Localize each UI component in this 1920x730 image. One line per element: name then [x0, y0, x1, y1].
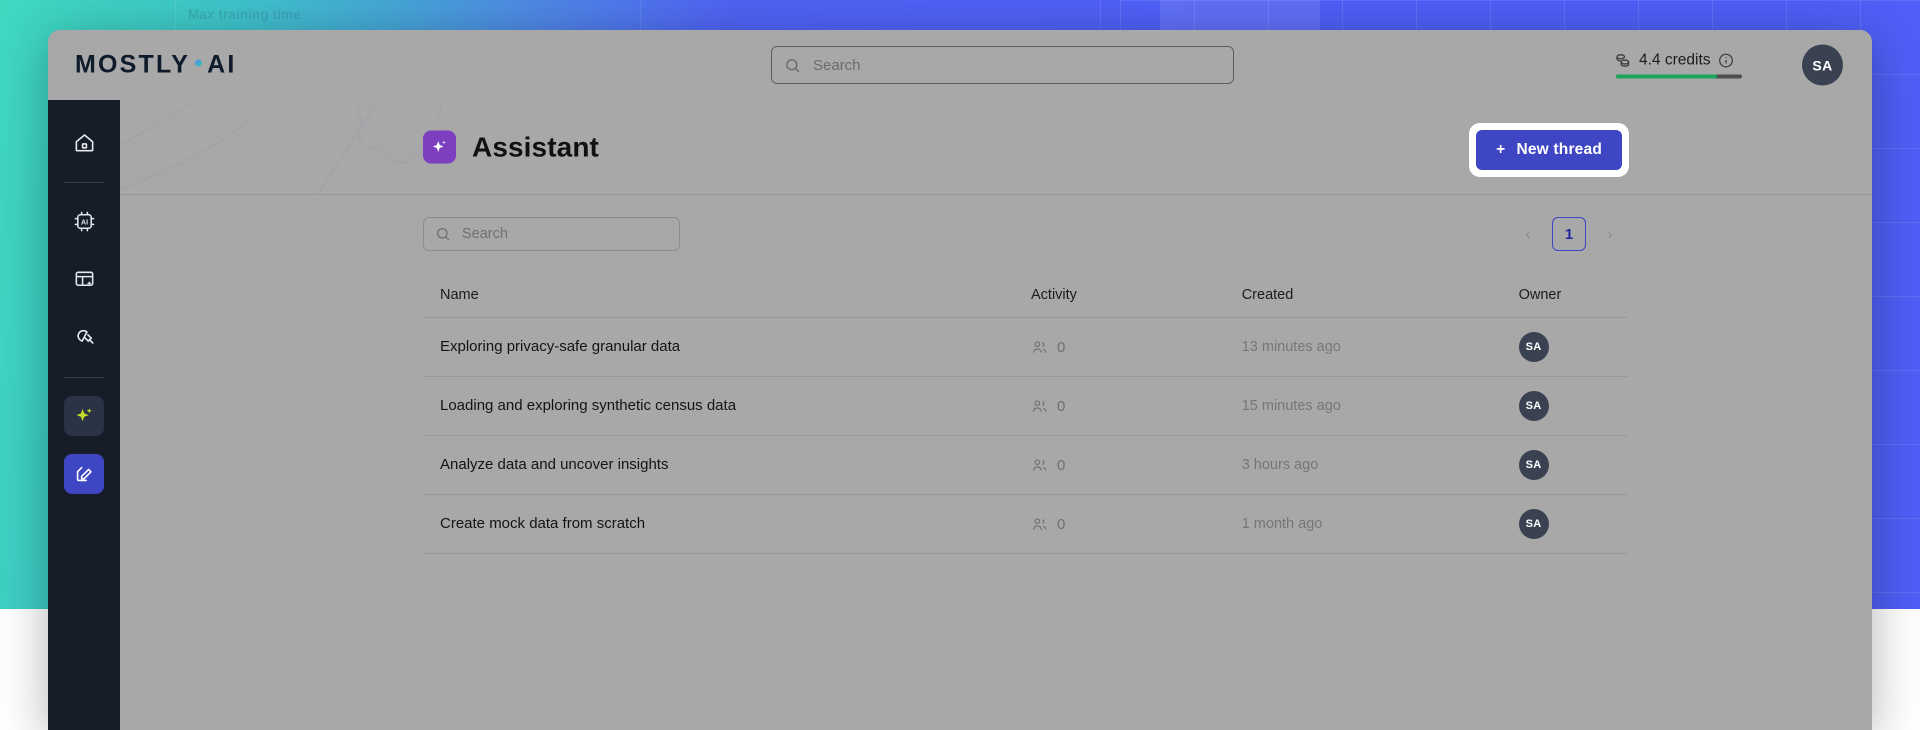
info-icon[interactable] [1718, 53, 1734, 69]
avatar: SA [1519, 391, 1549, 421]
sparkle-icon [423, 131, 456, 164]
pagination-prev-button[interactable]: ‹ [1511, 217, 1545, 251]
search-placeholder: Search [462, 226, 508, 242]
home-icon [73, 131, 96, 154]
plus-icon: + [1496, 141, 1505, 159]
sidebar-item-home[interactable] [64, 122, 104, 162]
thread-name: Exploring privacy-safe granular data [440, 338, 680, 355]
search-input[interactable]: Search [423, 217, 680, 251]
sidebar-divider-bottom [64, 377, 104, 378]
page-title-row: Assistant [423, 131, 599, 164]
pagination-next-button[interactable]: › [1593, 217, 1627, 251]
user-avatar-initials: SA [1812, 57, 1832, 73]
thread-activity-count: 0 [1057, 516, 1065, 533]
thread-created: 3 hours ago [1242, 457, 1319, 473]
brand-text-left: MOSTLY [75, 51, 190, 80]
credits-progress-fill [1616, 75, 1717, 79]
top-bar: MOSTLY AI Search [48, 30, 1872, 100]
thread-activity-count: 0 [1057, 457, 1065, 474]
threads-table: Name Activity Created Owner Exploring pr… [423, 273, 1627, 554]
table-row[interactable]: Create mock data from scratch 0 1 month … [423, 495, 1627, 554]
thread-activity: 0 [1031, 457, 1242, 474]
thread-name: Loading and exploring synthetic census d… [440, 397, 736, 414]
table-header-row: Name Activity Created Owner [423, 273, 1627, 318]
thread-name: Analyze data and uncover insights [440, 456, 668, 473]
thread-created: 13 minutes ago [1242, 339, 1341, 355]
coins-icon [1614, 52, 1632, 70]
global-search-input[interactable]: Search [771, 46, 1234, 84]
svg-text:AI: AI [80, 218, 87, 226]
users-icon [1031, 339, 1048, 356]
brand-text-right: AI [207, 51, 236, 80]
table-row[interactable]: Exploring privacy-safe granular data 0 1… [423, 318, 1627, 377]
sidebar-item-assistant[interactable] [64, 396, 104, 436]
avatar: SA [1519, 509, 1549, 539]
sparkles-icon [73, 405, 96, 428]
table-sparkle-icon [73, 268, 96, 291]
search-icon [784, 57, 801, 74]
thread-activity: 0 [1031, 516, 1242, 533]
sidebar-item-synthetic-datasets[interactable] [64, 259, 104, 299]
pagination-page-1[interactable]: 1 [1552, 217, 1586, 251]
thread-activity-count: 0 [1057, 398, 1065, 415]
users-icon [1031, 398, 1048, 415]
brand-logo[interactable]: MOSTLY AI [75, 51, 236, 80]
avatar: SA [1519, 450, 1549, 480]
thread-activity: 0 [1031, 339, 1242, 356]
table-row[interactable]: Analyze data and uncover insights 0 3 ho… [423, 436, 1627, 495]
global-search-placeholder: Search [813, 57, 861, 74]
table-row[interactable]: Loading and exploring synthetic census d… [423, 377, 1627, 436]
users-icon [1031, 457, 1048, 474]
user-avatar[interactable]: SA [1802, 45, 1843, 86]
thread-name: Create mock data from scratch [440, 515, 645, 532]
pagination: ‹ 1 › [1511, 217, 1627, 251]
credits-indicator[interactable]: 4.4 credits [1614, 52, 1766, 79]
plug-icon [73, 326, 96, 349]
page-header: Assistant + New thread [120, 100, 1872, 195]
list-toolbar: Search ‹ 1 › [120, 195, 1872, 273]
credits-progress-bar [1616, 75, 1742, 79]
sidebar-item-ai-models[interactable]: AI [64, 201, 104, 241]
thread-activity-count: 0 [1057, 339, 1065, 356]
column-header-activity: Activity [1031, 287, 1077, 303]
new-thread-label: New thread [1516, 141, 1602, 159]
thread-created: 15 minutes ago [1242, 398, 1341, 414]
avatar: SA [1519, 332, 1549, 362]
search-icon [435, 226, 451, 242]
new-thread-focus-ring: + New thread [1469, 123, 1629, 177]
column-header-owner: Owner [1519, 287, 1562, 303]
sidebar-item-connectors[interactable] [64, 317, 104, 357]
brand-dot-icon [195, 59, 202, 66]
page-title: Assistant [472, 131, 599, 163]
thread-activity: 0 [1031, 398, 1242, 415]
column-header-created: Created [1242, 287, 1294, 303]
edit-pencil-icon [73, 463, 95, 485]
users-icon [1031, 516, 1048, 533]
thread-created: 1 month ago [1242, 516, 1323, 532]
sidebar-nav: AI [48, 100, 120, 730]
sidebar-divider-top [64, 182, 104, 183]
main-content: Assistant + New thread Search ‹ [120, 100, 1872, 730]
credits-text: 4.4 credits [1639, 52, 1711, 70]
app-window: MOSTLY AI Search [48, 30, 1872, 730]
sidebar-item-compose[interactable] [64, 454, 104, 494]
ai-chip-icon: AI [73, 210, 96, 233]
new-thread-button[interactable]: + New thread [1476, 130, 1622, 170]
backdrop-max-training-time-label: Max training time [188, 7, 301, 22]
column-header-name: Name [440, 287, 479, 303]
